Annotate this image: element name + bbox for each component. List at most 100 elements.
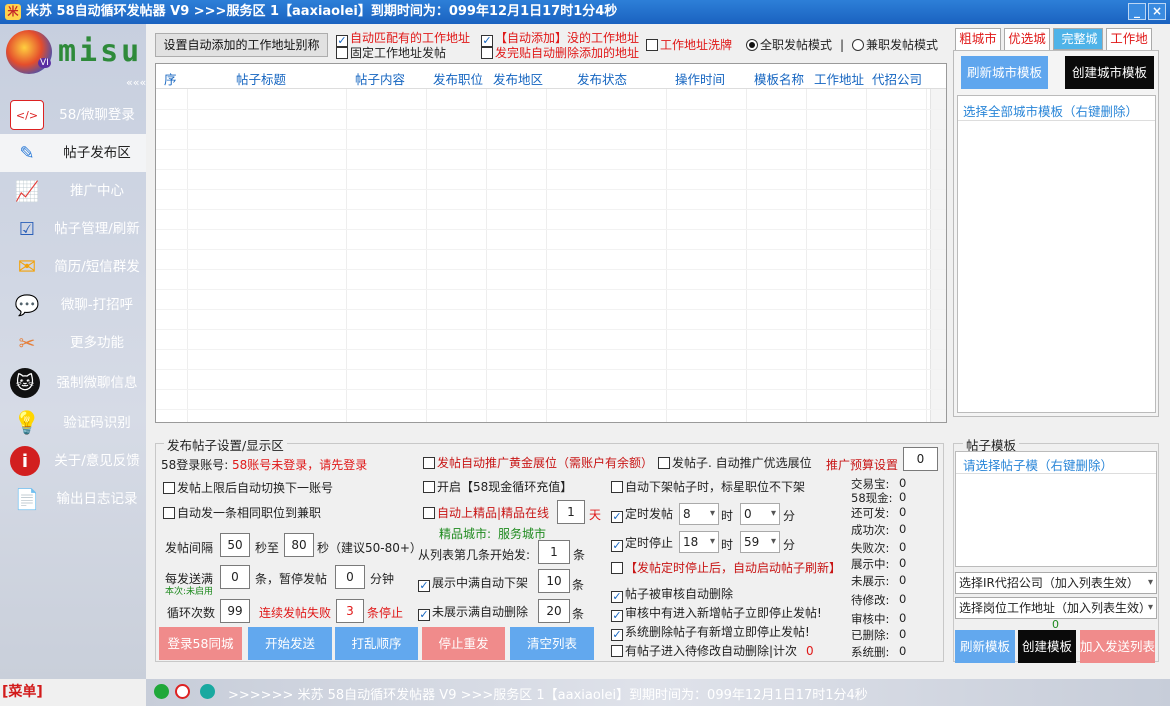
stat-label: 成功次: [851,523,890,537]
refresh-city-template-button[interactable]: 刷新城市模板 [961,56,1048,89]
menu-button[interactable]: [菜单] [2,681,43,701]
optimal-booth-checkbox[interactable]: 发帖子. 自动推广优选展位 [658,456,812,470]
review-stop-checkbox[interactable]: ✓ 审核中有进入新增帖子立即停止发帖! [611,606,822,622]
stat-row: 未展示: 0 [851,573,906,589]
sync-icon[interactable] [200,684,215,699]
col-content[interactable]: 帖子内容 [355,69,405,88]
stat-label: 展示中: [851,557,890,571]
col-address[interactable]: 工作地址 [814,69,864,88]
sidebar-item-about[interactable]: i 关于/意见反馈 [0,442,146,480]
start-from-label: 从列表第几条开始发: [418,548,531,562]
jingpin-days-input[interactable]: 1 [557,500,585,524]
unit-label-3: 条 [572,607,585,621]
budget-input[interactable]: 0 [903,447,938,471]
clear-list-button[interactable]: 清空列表 [510,627,594,660]
timed-post-minute-select[interactable]: 0 ▾ [740,503,780,525]
select-all-cities[interactable]: 选择全部城市模板（右键删除） [963,101,1138,120]
timed-post-checkbox[interactable]: ✓ 定时发帖 [611,507,673,523]
shuffle-order-button[interactable]: 打乱顺序 [335,627,418,660]
pause-minutes-input[interactable]: 0 [335,565,365,589]
sidebar-item-log[interactable]: 📄 输出日志记录 [0,480,146,518]
post-list-grid[interactable]: 序 帖子标题 帖子内容 发布职位 发布地区 发布状态 操作时间 模板名称 工作地… [155,63,947,423]
col-template[interactable]: 模板名称 [754,69,804,88]
close-button[interactable]: × [1148,3,1166,20]
tab-complete-city[interactable]: 完整城 [1053,28,1103,50]
login-58-button[interactable]: 登录58同城 [159,627,242,660]
sidebar-item-greet[interactable]: 💬 微聊-打招呼 [0,286,146,324]
col-time[interactable]: 操作时间 [675,69,725,88]
system-delete-stop-checkbox[interactable]: ✓ 系统删除帖子有新增立即停止发帖! [611,625,810,641]
sidebar-item-more[interactable]: ✂ 更多功能 [0,324,146,362]
interval-from-input[interactable]: 50 [220,533,250,557]
review-delete-checkbox[interactable]: ✓ 帖子被审核自动删除 [611,587,733,603]
code-window-icon: </> [10,100,44,130]
col-region[interactable]: 发布地区 [493,69,543,88]
template-list[interactable]: 请选择帖子模（右键删除） [955,451,1157,567]
create-template-button[interactable]: 创建模板 [1018,630,1076,663]
create-city-template-button[interactable]: 创建城市模板 [1065,56,1154,89]
pending-delete-checkbox[interactable]: 有帖子进入待修改自动删除|计次 [611,644,797,658]
col-title[interactable]: 帖子标题 [236,69,286,88]
stat-value: 0 [899,644,907,658]
minimize-button[interactable]: _ [1128,3,1146,20]
city-template-list[interactable]: 选择全部城市模板（右键删除） [957,95,1156,413]
sidebar-item-login[interactable]: </> 58/微聊登录 [0,96,146,134]
fixed-address-checkbox[interactable]: 固定工作地址发帖 [336,46,446,60]
col-status[interactable]: 发布状态 [577,69,627,88]
part-time-mode-radio[interactable]: 兼职发帖模式 [852,38,938,52]
sidebar-item-captcha[interactable]: 💡 验证码识别 [0,404,146,442]
add-to-send-list-button[interactable]: 加入发送列表 [1080,630,1155,663]
sidebar-item-post-manage[interactable]: ☑ 帖子管理/刷新 [0,210,146,248]
unshown-auto-delete-checkbox[interactable]: ✓ 未展示满自动删除 [418,605,528,621]
col-index[interactable]: 序 [164,69,177,88]
auto-match-checkbox[interactable]: ✓ 自动匹配有的工作地址 [336,31,470,47]
company-select[interactable]: 选择IR代招公司（加入列表生效） ▾ [955,572,1157,594]
timed-post-hour-select[interactable]: 8 ▾ [679,503,719,525]
full-down-input[interactable]: 10 [538,569,570,593]
fail-count-input[interactable]: 3 [336,599,364,623]
restart-refresh-checkbox[interactable]: 【发帖定时停止后，自动启动帖子刷新】 [611,561,841,575]
document-icon: 📄 [14,487,40,511]
stop-resend-button[interactable]: 停止重发 [422,627,505,660]
sidebar-item-post-area[interactable]: ✎ 帖子发布区 [0,134,146,172]
tab-preferred-city[interactable]: 优选城 [1004,28,1050,50]
timed-stop-minute-select[interactable]: 59 ▾ [740,531,780,553]
sidebar-item-force-chat[interactable]: 🐱 强制微聊信息 [0,364,146,402]
same-job-parttime-checkbox[interactable]: 自动发一条相同职位到兼职 [163,506,321,520]
address-shuffle-checkbox[interactable]: 工作地址洗牌 [646,38,732,52]
stat-label: 失败次: [851,541,890,555]
refresh-template-button[interactable]: 刷新模板 [955,630,1015,663]
auto-delete-address-checkbox[interactable]: 发完贴自动删除添加的地址 [481,46,639,60]
sidebar-item-sms[interactable]: ✉ 简历/短信群发 [0,248,146,286]
account-status: 58账号未登录，请先登录 [232,458,368,472]
timed-stop-checkbox[interactable]: ✓ 定时停止 [611,536,673,552]
stat-row: 系统删: 0 [851,644,906,660]
timed-stop-hour-select[interactable]: 18 ▾ [679,531,719,553]
switch-account-checkbox[interactable]: 发帖上限后自动切换下一账号 [163,481,333,495]
auto-jingpin-checkbox[interactable]: 自动上精品|精品在线 [423,506,549,520]
start-send-button[interactable]: 开始发送 [248,627,332,660]
col-company[interactable]: 代招公司 [872,69,922,88]
full-time-mode-radio[interactable]: 全职发帖模式 [746,38,832,52]
address-select[interactable]: 选择岗位工作地址（加入列表生效） ▾ [955,597,1157,619]
every-input[interactable]: 0 [220,565,250,589]
auto-add-checkbox[interactable]: ✓ 【自动添加】没的工作地址 [481,31,639,47]
grid-scrollbar[interactable] [930,89,946,422]
gold-booth-checkbox[interactable]: 发帖自动推广黄金展位（需账户有余额） [423,456,653,470]
template-select-hint[interactable]: 请选择帖子模（右键删除） [963,455,1113,474]
no-sign-icon[interactable] [175,684,190,699]
tab-rough-city[interactable]: 粗城市 [955,28,1001,50]
unshow-delete-input[interactable]: 20 [538,599,570,623]
sidebar-item-promotion[interactable]: 📈 推广中心 [0,172,146,210]
loop-input[interactable]: 99 [220,599,250,623]
collapse-sidebar-icon[interactable]: ««« [126,76,146,89]
tab-work-address[interactable]: 工作地 [1106,28,1152,50]
start-from-input[interactable]: 1 [538,540,570,564]
cash-recharge-checkbox[interactable]: 开启【58现金循环充值】 [423,480,572,494]
star-job-keep-checkbox[interactable]: 自动下架帖子时，标星职位不下架 [611,480,805,494]
col-position[interactable]: 发布职位 [433,69,483,88]
logo: VI misu [4,28,144,76]
set-alias-button[interactable]: 设置自动添加的工作地址别称 [155,33,328,57]
full-auto-off-checkbox[interactable]: ✓ 展示中满自动下架 [418,576,528,592]
interval-to-input[interactable]: 80 [284,533,314,557]
